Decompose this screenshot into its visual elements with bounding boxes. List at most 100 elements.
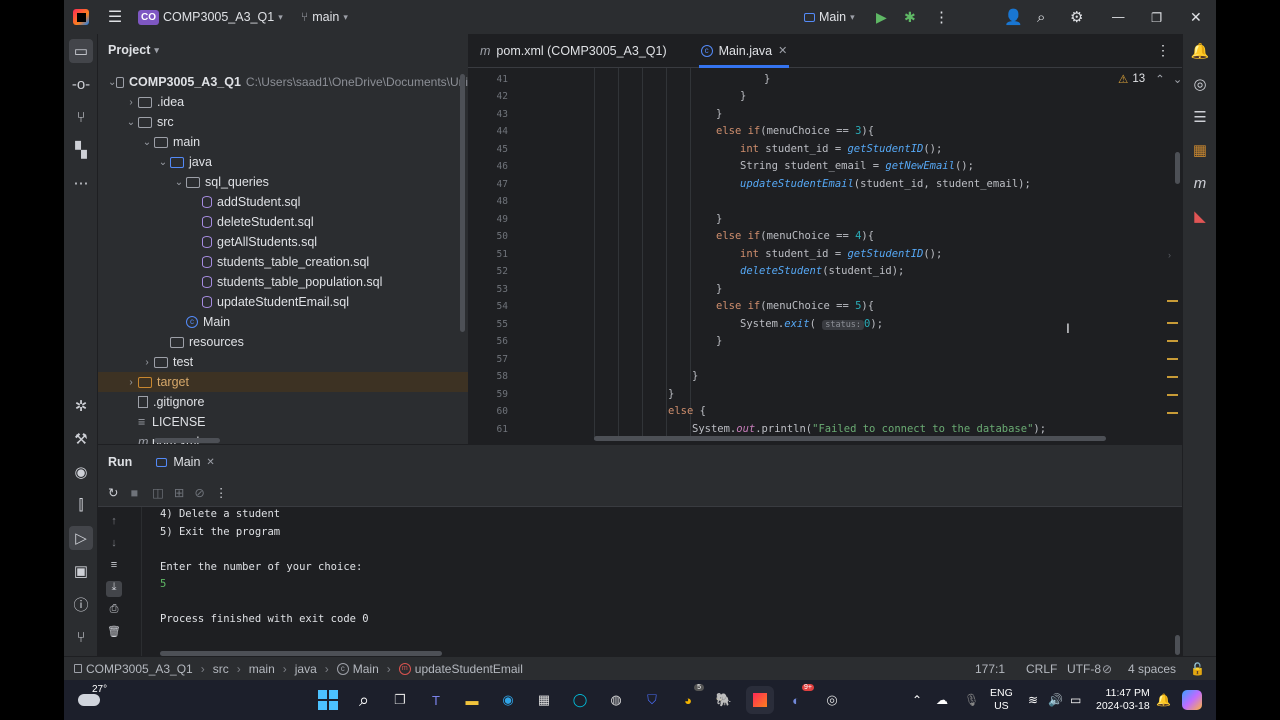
breadcrumb-item[interactable]: updateStudentEmail	[415, 662, 523, 676]
rerun-icon[interactable]: ↻	[108, 485, 118, 500]
wifi-icon[interactable]: ≋	[1028, 693, 1038, 707]
editor-vscrollbar[interactable]	[1175, 152, 1180, 184]
tree-item-license[interactable]: ≡ LICENSE	[98, 412, 468, 432]
debug-icon[interactable]: ✱	[904, 9, 916, 26]
tree-item-file[interactable]: students_table_population.sql	[98, 272, 468, 292]
run-tab-main[interactable]: Main ✕	[156, 445, 215, 479]
language-indicator[interactable]: ENG US	[990, 687, 1013, 713]
coverage-icon[interactable]: ◣	[1188, 204, 1212, 228]
pull-request-icon[interactable]: ⑂	[69, 105, 93, 129]
fold-marker-icon[interactable]: ›	[1168, 250, 1171, 260]
tree-item-file[interactable]: updateStudentEmail.sql	[98, 292, 468, 312]
build-hammer-icon[interactable]: ⚒	[69, 427, 93, 451]
tree-item-file[interactable]: getAllStudents.sql	[98, 232, 468, 252]
run-config-selector[interactable]: Main ▾	[804, 10, 855, 24]
stop-icon[interactable]: ■	[130, 486, 138, 500]
postgres-icon[interactable]: 🐘	[710, 686, 738, 714]
maven-icon[interactable]: m	[1188, 171, 1212, 195]
caret-position[interactable]: 177:1	[975, 662, 1005, 676]
microphone-icon[interactable]: 🎙	[964, 693, 979, 707]
gear-icon[interactable]: ⚙	[1070, 8, 1083, 26]
project-folder-icon[interactable]: ▭	[69, 39, 93, 63]
database-icon[interactable]: ☰	[1188, 105, 1212, 129]
warning-marker[interactable]	[1167, 322, 1178, 324]
main-menu-icon[interactable]: ☰	[98, 7, 132, 27]
warning-marker[interactable]	[1167, 300, 1178, 302]
tree-item-idea[interactable]: › .idea	[98, 92, 468, 112]
run-panel-title[interactable]: Run	[108, 455, 132, 469]
tab-pom-xml[interactable]: m pom.xml (COMP3005_A3_Q1)	[468, 34, 679, 68]
tab-main-java[interactable]: c Main.java ✕	[689, 34, 800, 68]
breadcrumb-item[interactable]: main	[249, 662, 275, 676]
file-explorer-icon[interactable]: ▬	[458, 686, 486, 714]
onedrive-icon[interactable]: ☁	[936, 693, 948, 707]
line-separator[interactable]: CRLF	[1026, 662, 1057, 676]
project-hscrollbar[interactable]	[154, 438, 220, 443]
copilot-icon[interactable]	[1182, 690, 1202, 710]
discord-icon[interactable]: ◐ 9+	[782, 684, 814, 714]
tree-root[interactable]: ⌄ COMP3005_A3_Q1 C:\Users\saad1\OneDrive…	[98, 72, 468, 92]
console-output[interactable]: 4) Delete a student 5) Exit the program …	[142, 507, 1182, 657]
debug-bug-icon[interactable]: ✲	[69, 394, 93, 418]
notifications-bell-icon[interactable]: 🔔	[1188, 39, 1212, 63]
run-tool-icon[interactable]: ▷	[69, 526, 93, 550]
indent-setting[interactable]: 4 spaces	[1128, 662, 1176, 676]
store-icon[interactable]: ▦	[530, 686, 558, 714]
search-icon[interactable]: ⌕	[1037, 9, 1045, 26]
warning-marker[interactable]	[1167, 376, 1178, 378]
console-vscrollbar[interactable]	[1175, 635, 1180, 655]
windows-start-icon[interactable]	[314, 686, 342, 714]
arrow-down-icon[interactable]: ↓	[106, 537, 122, 553]
task-view-icon[interactable]: ❐	[386, 686, 414, 714]
battery-icon[interactable]: ▭	[1070, 693, 1081, 707]
chevron-up-icon[interactable]: ⌃	[912, 693, 922, 707]
filter-icon[interactable]: ⊘	[194, 485, 204, 500]
shield-icon[interactable]: ⛉	[638, 686, 666, 714]
notification-bell-icon[interactable]: 🔔	[1156, 693, 1171, 707]
trash-icon[interactable]: 🗑	[106, 625, 122, 641]
project-vscrollbar[interactable]	[460, 74, 465, 332]
git-icon[interactable]: ⑂	[69, 625, 93, 649]
chevron-down-icon[interactable]: ⌄	[1173, 72, 1183, 86]
close-icon[interactable]: ✕	[1190, 9, 1202, 26]
arrow-up-icon[interactable]: ↑	[106, 515, 122, 531]
tree-item-file[interactable]: students_table_creation.sql	[98, 252, 468, 272]
chrome-icon[interactable]: ◕ 5	[674, 684, 704, 714]
profiler-icon[interactable]: ⫿	[69, 493, 93, 517]
tree-item-java[interactable]: ⌄ java	[98, 152, 468, 172]
camera-icon[interactable]: ◫	[152, 485, 164, 500]
breadcrumb-item[interactable]: java	[295, 662, 317, 676]
tree-item-test[interactable]: › test	[98, 352, 468, 372]
breadcrumb-item[interactable]: src	[213, 662, 229, 676]
tree-item-gitignore[interactable]: .gitignore	[98, 392, 468, 412]
warning-marker[interactable]	[1167, 394, 1178, 396]
tree-item-resources[interactable]: resources	[98, 332, 468, 352]
scroll-to-end-icon[interactable]: ⤓	[106, 581, 122, 597]
dell-icon[interactable]: ◍	[602, 686, 630, 714]
editor-hscrollbar[interactable]	[594, 436, 1106, 441]
weather-widget[interactable]: 27°	[78, 684, 114, 714]
intellij-taskbar-icon[interactable]	[746, 686, 774, 714]
export-icon[interactable]: ⊞	[174, 485, 184, 500]
tree-item-main[interactable]: ⌄ main	[98, 132, 468, 152]
tree-item-main-class[interactable]: c Main	[98, 312, 468, 332]
more-tools-icon[interactable]: ⋯	[69, 171, 93, 195]
problems-icon[interactable]: ⓘ	[69, 592, 93, 616]
tree-item-target[interactable]: › target	[98, 372, 468, 392]
more-actions-icon[interactable]: ⋮	[934, 8, 949, 26]
cortana-icon[interactable]: ◯	[566, 686, 594, 714]
teams-icon[interactable]: T	[422, 686, 450, 714]
ai-assistant-icon[interactable]: ◎	[1188, 72, 1212, 96]
clock[interactable]: 11:47 PM 2024-03-18	[1096, 687, 1150, 713]
tab-options-icon[interactable]: ⋮	[1156, 42, 1170, 59]
search-icon[interactable]: ⌕	[350, 686, 378, 714]
close-tab-icon[interactable]: ✕	[778, 44, 787, 57]
file-encoding[interactable]: UTF-8	[1067, 662, 1101, 676]
warning-marker[interactable]	[1167, 412, 1178, 414]
more-options-icon[interactable]: ⋮	[215, 485, 228, 500]
add-user-icon[interactable]: 👤	[1004, 8, 1023, 26]
warning-marker[interactable]	[1167, 358, 1178, 360]
code-area[interactable]: } } } else if(menuChoice == 3){ int stud…	[532, 68, 1172, 440]
branch-switcher[interactable]: ⑂ main ▾	[301, 10, 348, 24]
structure-icon[interactable]: ▚	[69, 138, 93, 162]
